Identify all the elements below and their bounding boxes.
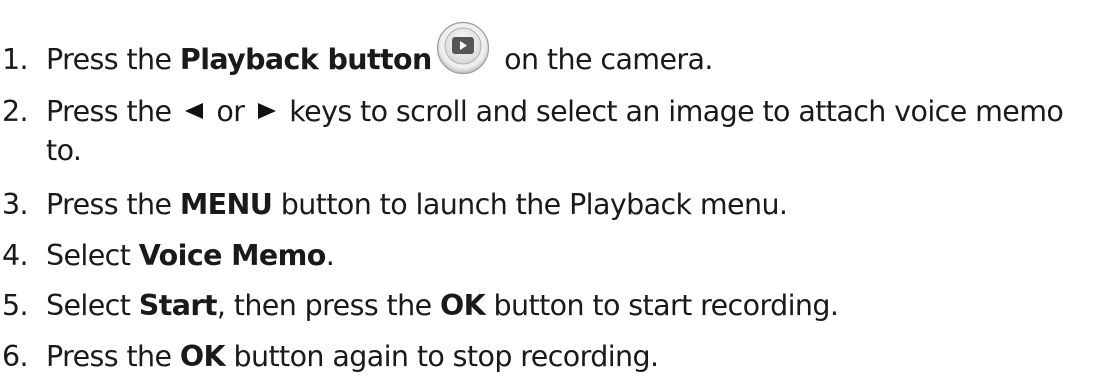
step-text: keys to scroll and select an image to at… (280, 95, 1064, 128)
step-text: on the camera. (495, 43, 713, 76)
step-1: 1. Press the Playback button on the came… (0, 21, 713, 80)
step-number: 5. (2, 289, 29, 322)
step-2: 2. Press the or keys to scroll and select… (0, 91, 1064, 132)
step-number: 4. (2, 239, 29, 272)
step-text: button to start recording. (485, 289, 839, 322)
step-text: Press the (46, 95, 180, 128)
step-text: Press the (46, 188, 180, 221)
step-number: 2. (2, 95, 29, 128)
step-bold-text: Playback button (179, 43, 432, 76)
step-3: 3. Press the MENU button to launch the Pl… (0, 185, 788, 225)
right-arrow-key-icon (257, 91, 277, 131)
step-text: . (325, 239, 335, 272)
step-bold-text: OK (179, 340, 226, 373)
step-2-continuation: to. (46, 134, 82, 167)
step-number: 6. (2, 340, 29, 373)
step-bold-text: MENU (179, 188, 273, 221)
step-text: Press the (46, 340, 180, 373)
left-arrow-key-icon (184, 91, 204, 131)
step-bold-text: Voice Memo (138, 239, 327, 272)
playback-button-icon (436, 21, 490, 75)
step-4: 4. Select Voice Memo. (0, 236, 335, 276)
step-text: Press the (46, 43, 180, 76)
step-text: button again to stop recording. (225, 340, 659, 373)
step-6: 6. Press the OK button again to stop reco… (0, 337, 659, 377)
step-bold-text: OK (439, 289, 486, 322)
step-number: 1. (2, 43, 29, 76)
step-text: Select (46, 289, 139, 322)
step-number: 3. (2, 188, 29, 221)
step-5: 5. Select Start, then press the OK button… (0, 286, 839, 326)
step-text: , then press the (216, 289, 440, 322)
step-text: Select (46, 239, 139, 272)
step-text: button to launch the Playback menu. (272, 188, 788, 221)
step-text: or (207, 95, 253, 128)
step-bold-text: Start (138, 289, 218, 322)
